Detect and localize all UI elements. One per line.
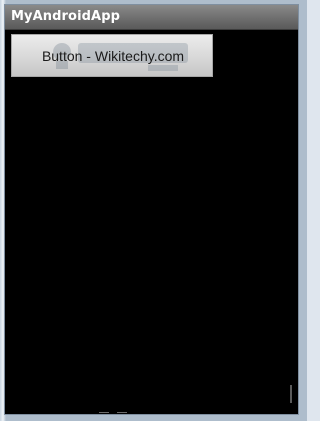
title-bar: MyAndroidApp bbox=[5, 5, 298, 30]
wikitechy-button[interactable]: Button - Wikitechy.com bbox=[11, 34, 213, 77]
bottom-bezel-mark-left bbox=[99, 412, 109, 413]
bottom-bezel-mark-right bbox=[117, 412, 127, 413]
button-label: Button - Wikitechy.com bbox=[41, 48, 185, 64]
emulator-frame: MyAndroidApp Button - Wikitechy.com bbox=[0, 0, 307, 421]
scroll-indicator bbox=[290, 385, 292, 403]
app-title: MyAndroidApp bbox=[11, 9, 121, 24]
app-screen: MyAndroidApp Button - Wikitechy.com bbox=[5, 5, 298, 414]
